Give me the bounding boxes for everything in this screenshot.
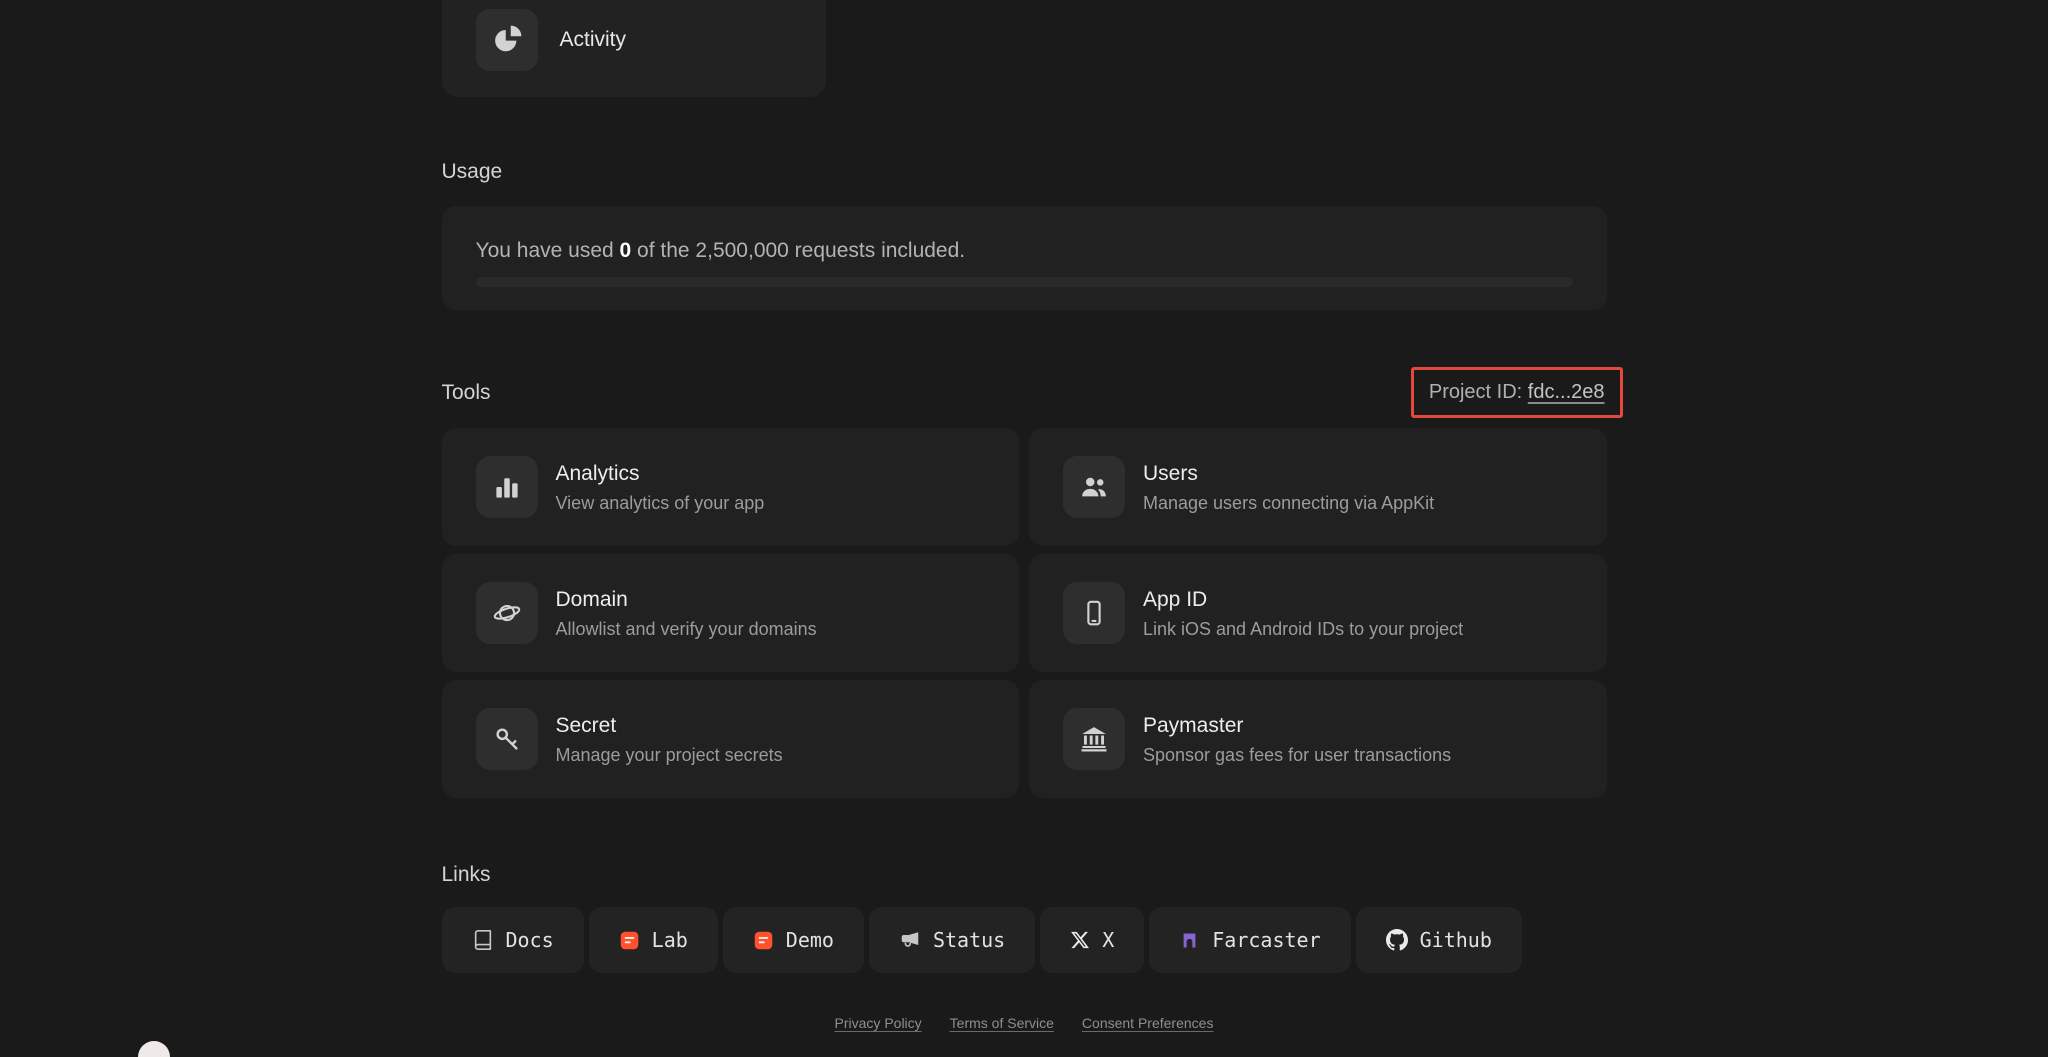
planet-icon — [475, 582, 538, 644]
bar-chart-icon — [475, 456, 538, 518]
usage-card: You have used 0 of the 2,500,000 request… — [441, 206, 1607, 310]
tool-card-description: Manage users connecting via AppKit — [1143, 492, 1435, 513]
link-label: Lab — [651, 928, 688, 952]
tool-card-title: Users — [1143, 461, 1198, 485]
tool-card-title: Secret — [555, 713, 617, 737]
footer-link-privacy-policy[interactable]: Privacy Policy — [835, 1015, 922, 1031]
tool-card-description: Link iOS and Android IDs to your project — [1143, 618, 1464, 639]
activity-card[interactable]: Activity — [441, 0, 826, 97]
usage-text: You have used 0 of the 2,500,000 request… — [476, 238, 1573, 263]
users-icon — [1063, 456, 1125, 518]
tools-grid: Analytics View analytics of your app Use… — [441, 428, 1607, 798]
tool-card-title: Paymaster — [1143, 713, 1244, 737]
key-icon — [475, 708, 538, 770]
tool-card-analytics[interactable]: Analytics View analytics of your app — [441, 428, 1019, 546]
usage-prefix: You have used — [475, 239, 620, 262]
tool-card-description: Manage your project secrets — [555, 744, 783, 765]
lab-app-icon — [619, 930, 640, 951]
pie-chart-icon — [475, 8, 538, 71]
tool-card-secret[interactable]: Secret Manage your project secrets — [441, 680, 1019, 798]
usage-used-count: 0 — [619, 239, 632, 262]
project-id[interactable]: Project ID: fdc...2e8 — [1410, 366, 1623, 418]
tool-card-title: Analytics — [555, 461, 640, 485]
usage-suffix: of the 2,500,000 requests included. — [631, 239, 966, 262]
footer: Privacy Policy Terms of Service Consent … — [442, 1015, 1607, 1031]
footer-link-terms-of-service[interactable]: Terms of Service — [950, 1015, 1054, 1031]
link-label: X — [1102, 928, 1115, 952]
usage-heading: Usage — [441, 160, 503, 183]
project-id-label: Project ID: — [1428, 380, 1528, 403]
tool-card-text: Users Manage users connecting via AppKit — [1143, 461, 1434, 514]
x-logo-icon — [1070, 930, 1090, 950]
tool-card-users[interactable]: Users Manage users connecting via AppKit — [1029, 428, 1607, 546]
tool-card-title: App ID — [1143, 587, 1208, 611]
link-label: Farcaster — [1212, 928, 1321, 952]
project-id-value[interactable]: fdc...2e8 — [1528, 381, 1605, 403]
link-button-github[interactable]: Github — [1355, 907, 1522, 973]
link-button-status[interactable]: Status — [868, 907, 1036, 973]
mobile-icon — [1063, 582, 1125, 644]
tool-card-paymaster[interactable]: Paymaster Sponsor gas fees for user tran… — [1029, 680, 1607, 798]
links-row: Docs Lab Demo Status X Farcaster Github — [441, 907, 1607, 973]
floating-widget[interactable] — [138, 1041, 170, 1057]
tool-card-text: Paymaster Sponsor gas fees for user tran… — [1143, 713, 1451, 766]
links-heading: Links — [441, 863, 491, 886]
dashboard-page: Activity Usage You have used 0 of the 2,… — [0, 0, 2048, 1057]
link-label: Github — [1419, 928, 1492, 952]
megaphone-icon — [899, 929, 921, 951]
link-button-farcaster[interactable]: Farcaster — [1149, 907, 1351, 973]
github-icon — [1385, 929, 1408, 951]
tool-card-description: View analytics of your app — [555, 492, 765, 513]
tool-card-text: Analytics View analytics of your app — [556, 461, 765, 514]
book-icon — [472, 929, 494, 951]
tool-card-description: Sponsor gas fees for user transactions — [1143, 744, 1452, 765]
footer-link-consent-preferences[interactable]: Consent Preferences — [1082, 1015, 1214, 1031]
link-button-x[interactable]: X — [1040, 907, 1145, 973]
bank-icon — [1063, 708, 1125, 770]
tool-card-domain[interactable]: Domain Allowlist and verify your domains — [441, 554, 1019, 672]
main-content: Activity Usage You have used 0 of the 2,… — [441, 0, 1623, 1031]
tools-heading: Tools — [441, 380, 491, 404]
link-button-demo[interactable]: Demo — [722, 907, 864, 973]
tool-card-app-id[interactable]: App ID Link iOS and Android IDs to your … — [1029, 554, 1607, 672]
tools-header: Tools Project ID: fdc...2e8 — [441, 364, 1623, 420]
activity-label: Activity — [559, 27, 627, 51]
link-button-lab[interactable]: Lab — [588, 907, 718, 973]
tool-card-text: Secret Manage your project secrets — [556, 713, 783, 766]
link-label: Docs — [505, 928, 554, 952]
tool-card-title: Domain — [555, 587, 628, 611]
farcaster-icon — [1179, 930, 1200, 951]
tool-card-text: App ID Link iOS and Android IDs to your … — [1143, 587, 1463, 640]
link-label: Demo — [785, 928, 834, 952]
demo-app-icon — [753, 930, 774, 951]
usage-progress-bar — [475, 277, 1573, 287]
link-button-docs[interactable]: Docs — [441, 907, 584, 973]
link-label: Status — [932, 928, 1006, 952]
tool-card-text: Domain Allowlist and verify your domains — [556, 587, 817, 640]
tool-card-description: Allowlist and verify your domains — [555, 618, 817, 639]
